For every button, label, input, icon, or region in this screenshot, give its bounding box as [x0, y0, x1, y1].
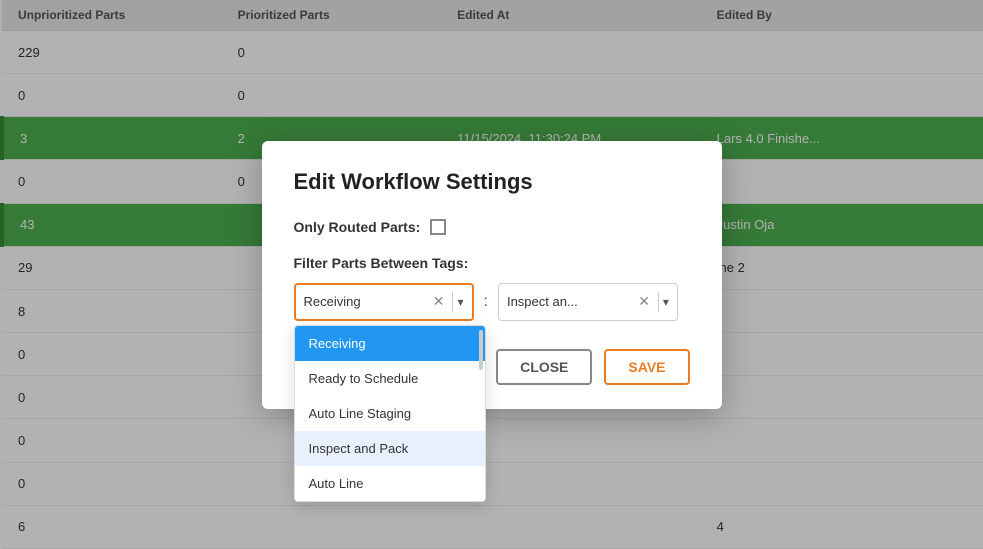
- colon-separator: :: [482, 293, 490, 311]
- modal-overlay: Edit Workflow Settings Only Routed Parts…: [0, 0, 983, 549]
- to-tag-clear-icon[interactable]: ✕: [638, 293, 650, 310]
- dropdown-item[interactable]: Auto Line: [295, 466, 485, 501]
- modal-title: Edit Workflow Settings: [294, 169, 690, 195]
- edit-workflow-modal: Edit Workflow Settings Only Routed Parts…: [262, 141, 722, 409]
- dropdown-item[interactable]: Ready to Schedule: [295, 361, 485, 396]
- to-tag-divider: [658, 292, 659, 312]
- from-tag-clear-icon[interactable]: ✕: [433, 293, 445, 310]
- tag-dropdown: ReceivingReady to ScheduleAuto Line Stag…: [294, 325, 486, 502]
- to-tag-selector[interactable]: Inspect an... ✕ ▾: [498, 283, 678, 321]
- filter-label: Filter Parts Between Tags:: [294, 255, 690, 271]
- to-tag-value: Inspect an...: [507, 294, 634, 309]
- from-tag-selector[interactable]: Receiving ✕ ▾: [294, 283, 474, 321]
- filter-section: Filter Parts Between Tags: Receiving ✕ ▾…: [294, 255, 690, 321]
- dropdown-scrollbar: [479, 330, 483, 370]
- only-routed-label: Only Routed Parts:: [294, 219, 421, 235]
- filter-row: Receiving ✕ ▾ ReceivingReady to Schedule…: [294, 283, 690, 321]
- from-tag-arrow-icon[interactable]: ▾: [457, 295, 463, 309]
- from-tag-container: Receiving ✕ ▾ ReceivingReady to Schedule…: [294, 283, 474, 321]
- to-tag-arrow-icon[interactable]: ▾: [663, 295, 669, 309]
- only-routed-row: Only Routed Parts:: [294, 219, 690, 235]
- from-tag-divider: [452, 292, 453, 312]
- only-routed-checkbox[interactable]: [430, 219, 446, 235]
- dropdown-item[interactable]: Auto Line Staging: [295, 396, 485, 431]
- close-button[interactable]: CLOSE: [496, 349, 592, 385]
- save-button[interactable]: SAVE: [604, 349, 689, 385]
- dropdown-item[interactable]: Receiving: [295, 326, 485, 361]
- dropdown-item[interactable]: Inspect and Pack: [295, 431, 485, 466]
- from-tag-value: Receiving: [304, 294, 429, 309]
